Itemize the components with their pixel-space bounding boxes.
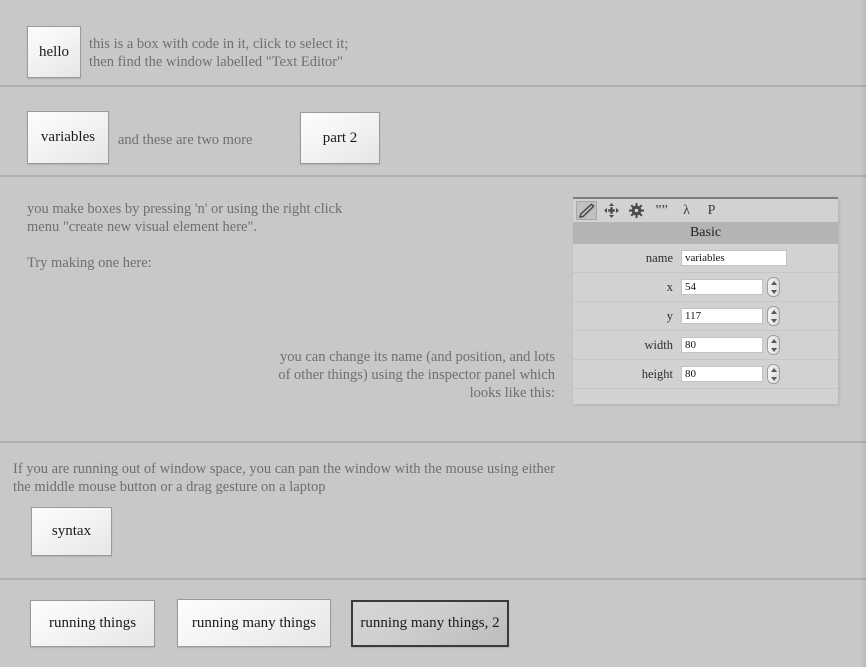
field-label-y: y: [666, 308, 673, 323]
code-box-label: hello: [39, 43, 69, 60]
field-label-name: name: [645, 250, 673, 265]
inspector-field-row-width: width 80: [573, 331, 838, 360]
lambda-icon[interactable]: λ: [676, 201, 697, 220]
field-input-name[interactable]: variables: [681, 250, 787, 266]
p-letter-icon[interactable]: P: [701, 201, 722, 220]
code-box-label: running many things, 2: [360, 615, 500, 631]
stepper-down-icon[interactable]: [770, 318, 777, 323]
pencil-icon[interactable]: [576, 201, 597, 220]
intro-description: this is a box with code in it, click to …: [89, 36, 349, 70]
variables-description: and these are two more: [118, 132, 253, 148]
field-input-width[interactable]: 80: [681, 337, 763, 353]
stepper-down-icon[interactable]: [770, 376, 777, 381]
stepper-up-icon[interactable]: [770, 338, 777, 343]
making-boxes-description: you make boxes by pressing 'n' or using …: [27, 201, 343, 235]
inspector-section-title: Basic: [573, 222, 838, 244]
inspector-field-row-height: height 80: [573, 360, 838, 389]
section-divider: [0, 441, 866, 443]
field-stepper-width[interactable]: [767, 335, 780, 355]
field-label-height: height: [641, 366, 673, 381]
stepper-up-icon[interactable]: [770, 280, 777, 285]
code-box-label: variables: [40, 129, 96, 145]
code-box-syntax[interactable]: syntax: [31, 507, 112, 556]
canvas-root: hello this is a box with code in it, cli…: [0, 0, 866, 667]
code-box-label: running many things: [191, 614, 317, 631]
code-box-running-many-things[interactable]: running many things: [177, 599, 331, 647]
code-box-label: running things: [48, 615, 137, 631]
field-stepper-height[interactable]: [767, 364, 780, 384]
section-divider: [0, 175, 866, 177]
code-box-variables[interactable]: variables: [27, 111, 109, 164]
inspector-field-row-x: x 54: [573, 273, 838, 302]
field-input-y[interactable]: 117: [681, 308, 763, 324]
inspector-field-row-y: y 117: [573, 302, 838, 331]
field-label-width: width: [644, 337, 673, 352]
field-stepper-x[interactable]: [767, 277, 780, 297]
panning-description: If you are running out of window space, …: [13, 461, 556, 495]
window-right-edge: [862, 0, 866, 667]
code-box-hello[interactable]: hello: [27, 26, 81, 78]
code-box-label: syntax: [51, 523, 92, 539]
stepper-up-icon[interactable]: [770, 309, 777, 314]
lambda-label: λ: [683, 202, 690, 218]
stepper-up-icon[interactable]: [770, 367, 777, 372]
stepper-down-icon[interactable]: [770, 289, 777, 294]
move-arrows-icon[interactable]: [601, 201, 622, 220]
code-box-running-things[interactable]: running things: [30, 600, 155, 647]
inspector-field-row-name: name variables: [573, 244, 838, 273]
inspector-panel: ”” λ P Basic name variables x 54 y 117 w…: [573, 197, 838, 404]
field-label-x: x: [666, 279, 673, 294]
stepper-down-icon[interactable]: [770, 347, 777, 352]
quote-marks-icon[interactable]: ””: [651, 201, 672, 220]
section-divider: [0, 578, 866, 580]
code-box-part-2[interactable]: part 2: [300, 112, 380, 164]
code-box-running-many-things-2[interactable]: running many things, 2: [351, 600, 509, 647]
section-divider: [0, 85, 866, 87]
code-box-label: part 2: [322, 129, 358, 146]
p-letter-label: P: [707, 202, 716, 218]
inspector-description: you can change its name (and position, a…: [278, 349, 555, 401]
quote-marks-label: ””: [655, 202, 668, 218]
inspector-toolbar: ”” λ P: [573, 199, 838, 222]
field-input-x[interactable]: 54: [681, 279, 763, 295]
field-stepper-y[interactable]: [767, 306, 780, 326]
field-input-height[interactable]: 80: [681, 366, 763, 382]
try-making-one-label: Try making one here:: [27, 255, 152, 271]
gear-icon[interactable]: [626, 201, 647, 220]
